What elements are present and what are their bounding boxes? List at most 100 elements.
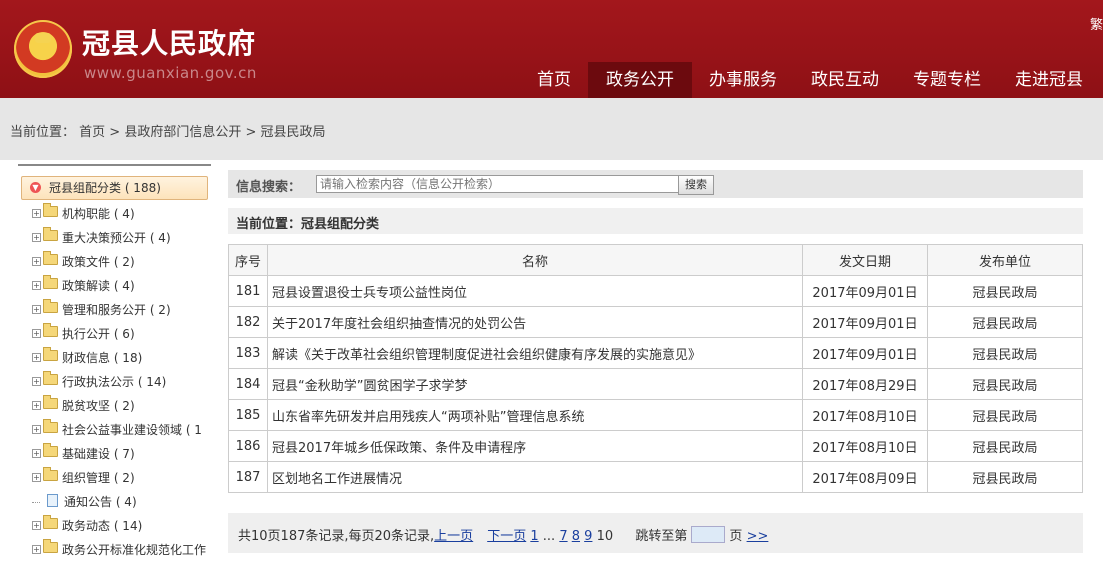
expand-icon[interactable]: + [32, 305, 41, 314]
tree-item[interactable]: + 脱贫攻坚 ( 2) [32, 395, 135, 416]
jump-page-input[interactable] [691, 526, 726, 543]
section-title: 当前位置：冠县组配分类 [228, 208, 1083, 234]
header-unit: 发布单位 [927, 244, 1083, 276]
tree-item[interactable]: + 管理和服务公开 ( 2) [32, 299, 171, 320]
tree-item[interactable]: + 政策文件 ( 2) [32, 251, 135, 272]
breadcrumb-home-link[interactable]: 首页 [79, 125, 105, 140]
pager-next-link[interactable]: 下一页 [487, 529, 526, 544]
tree-item-label: 政策解读 ( 4) [62, 279, 135, 293]
tree-item-label: 政务动态 ( 14) [62, 519, 143, 533]
tree-item[interactable]: + 政策解读 ( 4) [32, 275, 135, 296]
tree-item-label: 通知公告 ( 4) [64, 495, 137, 509]
row-number: 187 [235, 469, 261, 485]
folder-icon [43, 227, 58, 241]
pager-page-7[interactable]: 7 [559, 529, 567, 544]
tree-item[interactable]: + 政务动态 ( 14) [32, 515, 143, 536]
pager-current-page: 10 [596, 529, 614, 544]
nav-services[interactable]: 办事服务 [692, 62, 794, 98]
document-link[interactable]: 冠县2017年城乡低保政策、条件及申请程序 [272, 441, 526, 456]
search-input[interactable] [316, 175, 682, 193]
expand-icon[interactable]: + [32, 281, 41, 290]
table-header-row: 序号 名称 发文日期 发布单位 [228, 244, 1083, 276]
row-number-cell: 182 [228, 306, 268, 338]
table-row: 183 解读《关于改革社会组织管理制度促进社会组织健康有序发展的实施意见》 2017… [228, 337, 1083, 369]
tree-item[interactable]: + 社会公益事业建设领域 ( 1 [32, 419, 202, 440]
expand-icon[interactable]: + [32, 425, 41, 434]
category-tree: ▼ 冠县组配分类 ( 188) + 机构职能 ( 4) + 重大决策预公开 ( 4) +… [10, 160, 211, 581]
row-unit-cell: 冠县民政局 [927, 399, 1083, 431]
table-row: 187 区划地名工作进展情况 2017年08月09日 冠县民政局 [228, 461, 1083, 493]
document-link[interactable]: 区划地名工作进展情况 [272, 472, 402, 487]
document-link[interactable]: 关于2017年度社会组织抽查情况的处罚公告 [272, 317, 526, 332]
tree-item[interactable]: + 行政执法公示 ( 14) [32, 371, 166, 392]
expand-icon[interactable]: + [32, 329, 41, 338]
row-date: 2017年09月01日 [812, 347, 918, 363]
tree-item-label: 管理和服务公开 ( 2) [62, 303, 171, 317]
nav-special-topics[interactable]: 专题专栏 [896, 62, 998, 98]
breadcrumb-separator: > [105, 125, 125, 140]
document-link[interactable]: 冠县设置退役士兵专项公益性岗位 [272, 286, 467, 301]
collapse-icon[interactable]: ▼ [30, 182, 41, 193]
expand-icon[interactable]: + [32, 401, 41, 410]
row-date: 2017年09月01日 [812, 285, 918, 301]
traditional-chinese-switch[interactable]: 繁 [1090, 14, 1103, 33]
document-link[interactable]: 山东省率先研发并启用残疾人“两项补贴”管理信息系统 [272, 410, 584, 425]
header-name: 名称 [267, 244, 803, 276]
tree-item[interactable]: + 基础建设 ( 7) [32, 443, 135, 464]
row-unit-cell: 冠县民政局 [927, 461, 1083, 493]
expand-icon[interactable]: + [32, 473, 41, 482]
expand-icon[interactable]: + [32, 377, 41, 386]
tree-item-label: 重大决策预公开 ( 4) [62, 231, 171, 245]
expand-icon[interactable]: + [32, 449, 41, 458]
jump-suffix: 页 [729, 529, 743, 544]
tree-item[interactable]: + 政务公开标准化规范化工作 [32, 539, 206, 560]
expand-icon[interactable]: + [32, 521, 41, 530]
tree-item-label: 基础建设 ( 7) [62, 447, 135, 461]
row-unit: 冠县民政局 [972, 316, 1038, 332]
nav-about-county[interactable]: 走进冠县 [998, 62, 1100, 98]
tree-item[interactable]: + 执行公开 ( 6) [32, 323, 135, 344]
nav-home[interactable]: 首页 [520, 62, 588, 98]
tree-item-label: 机构职能 ( 4) [62, 207, 135, 221]
nav-interaction[interactable]: 政民互动 [794, 62, 896, 98]
row-date-cell: 2017年09月01日 [802, 337, 928, 369]
pager-prev-link[interactable]: 上一页 [434, 529, 473, 544]
pager-summary: 共10页187条记录,每页20条记录, [238, 529, 435, 544]
expand-icon[interactable]: + [32, 545, 41, 554]
folder-icon [43, 419, 58, 433]
tree-item[interactable]: + 组织管理 ( 2) [32, 467, 135, 488]
tree-item[interactable]: + 机构职能 ( 4) [32, 203, 135, 224]
row-date: 2017年08月10日 [812, 440, 918, 456]
folder-icon [43, 275, 58, 289]
national-emblem-icon [14, 20, 72, 78]
folder-icon [43, 203, 58, 217]
tree-item[interactable]: 通知公告 ( 4) [32, 492, 137, 512]
breadcrumb-civil-affairs-link[interactable]: 冠县民政局 [261, 125, 326, 140]
jump-go-link[interactable]: >> [747, 529, 769, 544]
tree-root[interactable]: ▼ 冠县组配分类 ( 188) [21, 176, 208, 200]
row-unit: 冠县民政局 [972, 440, 1038, 456]
nav-government-affairs[interactable]: 政务公开 [588, 62, 692, 98]
row-date: 2017年08月09日 [812, 471, 918, 487]
document-link[interactable]: 冠县“金秋助学”圆贫困学子求学梦 [272, 379, 467, 394]
tree-item[interactable]: + 重大决策预公开 ( 4) [32, 227, 171, 248]
row-unit: 冠县民政局 [972, 347, 1038, 363]
expand-icon[interactable]: + [32, 353, 41, 362]
table-row: 182 关于2017年度社会组织抽查情况的处罚公告 2017年09月01日 冠县民政局 [228, 306, 1083, 338]
pager-page-8[interactable]: 8 [572, 529, 580, 544]
row-unit-cell: 冠县民政局 [927, 368, 1083, 400]
header-date: 发文日期 [802, 244, 928, 276]
folder-icon [43, 251, 58, 265]
expand-icon[interactable]: + [32, 209, 41, 218]
expand-icon[interactable]: + [32, 233, 41, 242]
tree-item[interactable]: + 财政信息 ( 18) [32, 347, 142, 368]
pager-page-9[interactable]: 9 [584, 529, 592, 544]
folder-icon [43, 299, 58, 313]
header-no: 序号 [228, 244, 268, 276]
expand-icon[interactable]: + [32, 257, 41, 266]
pager-page-1[interactable]: 1 [530, 529, 538, 544]
search-button[interactable]: 搜索 [678, 175, 714, 195]
breadcrumb-dept-info-link[interactable]: 县政府部门信息公开 [124, 125, 241, 140]
document-link[interactable]: 解读《关于改革社会组织管理制度促进社会组织健康有序发展的实施意见》 [272, 348, 701, 363]
breadcrumb-separator: > [241, 125, 261, 140]
